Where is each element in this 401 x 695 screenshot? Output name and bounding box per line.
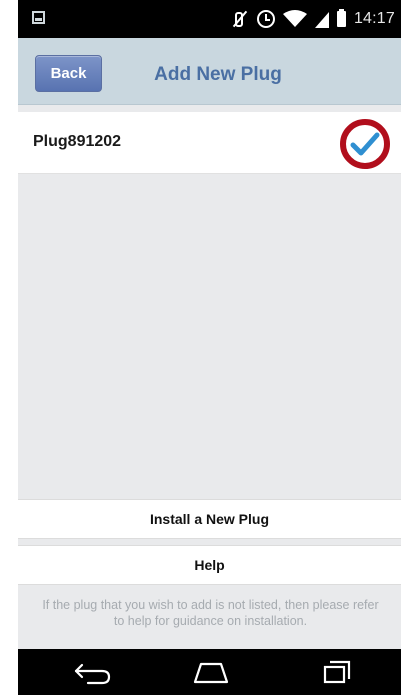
screenshot-icon xyxy=(32,11,45,24)
recents-nav-icon[interactable] xyxy=(322,659,352,685)
mute-icon xyxy=(231,10,249,28)
install-new-plug-button[interactable]: Install a New Plug xyxy=(18,499,401,539)
back-button[interactable]: Back xyxy=(35,55,102,92)
status-time: 14:17 xyxy=(353,10,395,27)
status-bar: 14:17 xyxy=(18,0,401,38)
home-nav-icon[interactable] xyxy=(192,659,230,685)
navigation-bar xyxy=(18,649,401,695)
plug-name: Plug891202 xyxy=(33,133,122,150)
help-button[interactable]: Help xyxy=(18,545,401,585)
signal-icon xyxy=(314,10,329,28)
alarm-icon xyxy=(256,10,275,28)
plug-selected-indicator[interactable] xyxy=(340,119,390,169)
battery-icon xyxy=(336,9,346,27)
phone-screen: 14:17 Back Add New Plug Plug891202 Insta… xyxy=(18,0,401,695)
wifi-icon xyxy=(282,10,307,28)
back-nav-icon[interactable] xyxy=(74,659,112,685)
header-bar: Back Add New Plug xyxy=(18,38,401,105)
checkmark-icon xyxy=(350,132,380,156)
plug-list-item[interactable]: Plug891202 xyxy=(18,112,401,174)
info-text: If the plug that you wish to add is not … xyxy=(42,598,379,628)
status-icons: 14:17 xyxy=(231,8,395,30)
page-title: Add New Plug xyxy=(154,64,282,85)
